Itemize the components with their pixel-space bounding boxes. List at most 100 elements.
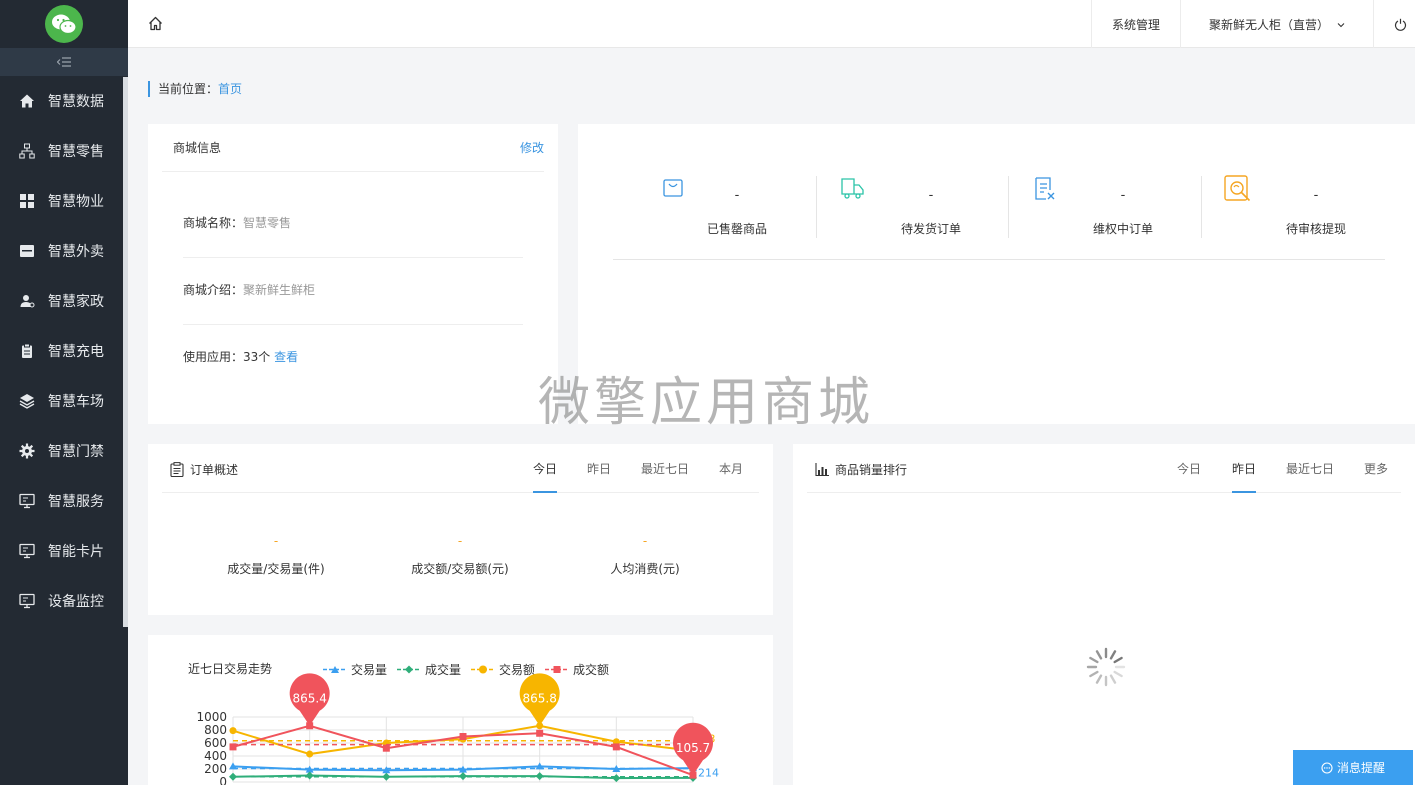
data-point (612, 774, 621, 783)
store-switcher[interactable]: 聚新鲜无人柜（直营） (1179, 0, 1373, 48)
stat-rights-protection-label: 维权中订单 (1092, 222, 1153, 236)
data-point (306, 750, 314, 758)
wechat-logo-icon[interactable] (45, 5, 83, 43)
sales-ranking-title-text: 商品销量排行 (835, 463, 908, 477)
stat-sold-out[interactable]: - 已售罄商品 (626, 174, 818, 240)
sitemap-icon (18, 142, 36, 160)
clipboard-list-icon (170, 462, 184, 477)
inbox-icon (18, 242, 36, 260)
spinner-tick (1089, 656, 1099, 664)
metric-volume: - 成交量/交易量(件) (176, 534, 376, 577)
y-tick-label: 600 (204, 736, 227, 750)
bar-chart-icon (815, 463, 829, 476)
monitor-icon (18, 542, 36, 560)
stat-pending-shipment-value: - (928, 188, 934, 203)
sidebar-item[interactable]: 智慧门禁 (0, 426, 128, 476)
spinner-tick (1109, 674, 1117, 684)
sidebar-item-label: 智慧物业 (48, 194, 104, 210)
tab-last-seven-days[interactable]: 最近七日 (1286, 460, 1334, 493)
stat-sold-out-value: - (734, 188, 740, 203)
spinner-tick (1113, 656, 1123, 664)
sidebar-item[interactable]: 智慧数据 (0, 76, 128, 126)
stat-pending-withdrawal[interactable]: - 待审核提现 (1205, 174, 1397, 240)
tab-yesterday[interactable]: 昨日 (1232, 460, 1257, 493)
sidebar-item-label: 智慧服务 (48, 494, 104, 510)
data-point (382, 744, 390, 752)
home-icon[interactable] (148, 16, 163, 35)
trend-line-chart: 100080060040020001.321462.57865.4865.810… (196, 673, 730, 785)
store-info-card: 商城信息 修改 商城名称：智慧零售 商城介绍：聚新鲜生鲜柜 使用应用：33个 查… (148, 124, 558, 424)
metric-volume-value: - (273, 534, 279, 548)
metric-volume-label: 成交量/交易量(件) (227, 562, 325, 576)
data-point (305, 771, 314, 780)
stat-pending-withdrawal-value: - (1313, 188, 1319, 203)
view-apps-link[interactable]: 查看 (274, 350, 298, 364)
system-management-link[interactable]: 系统管理 (1090, 0, 1180, 48)
sidebar-item[interactable]: 智慧充电 (0, 326, 128, 376)
collapse-menu-icon[interactable] (0, 48, 128, 76)
callout-label: 105.7 (676, 741, 710, 755)
tab-this-month[interactable]: 本月 (719, 460, 743, 493)
breadcrumb-home-link[interactable]: 首页 (218, 82, 242, 96)
message-reminder-label: 消息提醒 (1336, 761, 1385, 775)
stat-rights-protection[interactable]: - 维权中订单 (1012, 174, 1204, 240)
trend-chart-card: 近七日交易走势 交易量成交量交易额成交额 100080060040020001.… (148, 635, 773, 785)
store-intro-row: 商城介绍：聚新鲜生鲜柜 (183, 281, 523, 325)
sales-ranking-card: 商品销量排行 今日 昨日 最近七日 更多 (793, 444, 1415, 785)
chat-bubble-icon (1321, 761, 1333, 774)
divider (1201, 176, 1202, 238)
sidebar-item-label: 智慧充电 (48, 344, 104, 360)
breadcrumb: 当前位置：首页 (148, 81, 242, 97)
divider (1008, 176, 1009, 238)
tab-yesterday[interactable]: 昨日 (587, 460, 611, 493)
stat-pending-shipment[interactable]: - 待发货订单 (820, 174, 1012, 240)
y-tick-label: 0 (219, 775, 227, 785)
sidebar-item[interactable]: 智慧物业 (0, 176, 128, 226)
divider (816, 176, 817, 238)
sidebar-item[interactable]: 智慧家政 (0, 276, 128, 326)
store-name-row: 商城名称：智慧零售 (183, 214, 523, 258)
stat-pending-withdrawal-label: 待审核提现 (1285, 222, 1346, 236)
sidebar-item[interactable]: 智慧车场 (0, 376, 128, 426)
average-value-label: 214 (698, 766, 719, 779)
data-point (459, 772, 467, 781)
data-point (459, 733, 467, 740)
clipboard-icon (18, 342, 36, 360)
store-info-title: 商城信息 (173, 141, 222, 155)
sidebar-item[interactable]: 智慧零售 (0, 126, 128, 176)
store-apps-row: 使用应用：33个 查看 (183, 348, 523, 391)
sidebar-item[interactable]: 智能卡片 (0, 526, 128, 576)
power-icon[interactable] (1373, 0, 1415, 48)
message-reminder-button[interactable]: 消息提醒 (1293, 750, 1413, 785)
edit-store-link[interactable]: 修改 (520, 139, 544, 156)
sidebar-menu: 智慧数据智慧零售智慧物业智慧外卖 智慧家政智慧充电智慧车场智慧门禁智慧服务智能卡片… (0, 76, 128, 626)
sidebar-item[interactable]: 智慧外卖 (0, 226, 128, 276)
tab-last-seven-days[interactable]: 最近七日 (641, 460, 689, 493)
sidebar-item-label: 智慧数据 (48, 94, 104, 110)
monitor-icon (18, 492, 36, 510)
sidebar-item[interactable]: 智慧服务 (0, 476, 128, 526)
order-overview-title: 订单概述 (170, 461, 238, 478)
top-header: 系统管理 聚新鲜无人柜（直营） (128, 0, 1415, 48)
data-point (382, 772, 391, 781)
store-name-label: 商城名称： (183, 216, 244, 230)
stat-pending-shipment-label: 待发货订单 (900, 222, 961, 236)
data-point (536, 729, 544, 737)
metric-amount: - 成交额/交易额(元) (360, 535, 560, 577)
grid-icon (18, 192, 36, 210)
tab-today[interactable]: 今日 (1177, 460, 1201, 493)
sidebar-item-label: 智慧零售 (48, 144, 104, 160)
store-switcher-label: 聚新鲜无人柜（直营） (1208, 17, 1329, 32)
sidebar-item[interactable]: 设备监控 (0, 576, 128, 626)
data-point (535, 772, 544, 781)
sidebar-scrollbar[interactable] (123, 77, 128, 627)
tab-today[interactable]: 今日 (533, 460, 558, 493)
spinner-tick (1095, 674, 1103, 684)
callout-label: 865.4 (292, 692, 326, 706)
system-management-label: 系统管理 (1111, 17, 1160, 32)
tab-more[interactable]: 更多 (1364, 460, 1388, 493)
breadcrumb-prefix: 当前位置： (158, 82, 219, 96)
sidebar-item-label: 设备监控 (48, 594, 104, 610)
loading-spinner-icon (1085, 646, 1127, 688)
sidebar-item-label: 智慧门禁 (48, 444, 104, 460)
